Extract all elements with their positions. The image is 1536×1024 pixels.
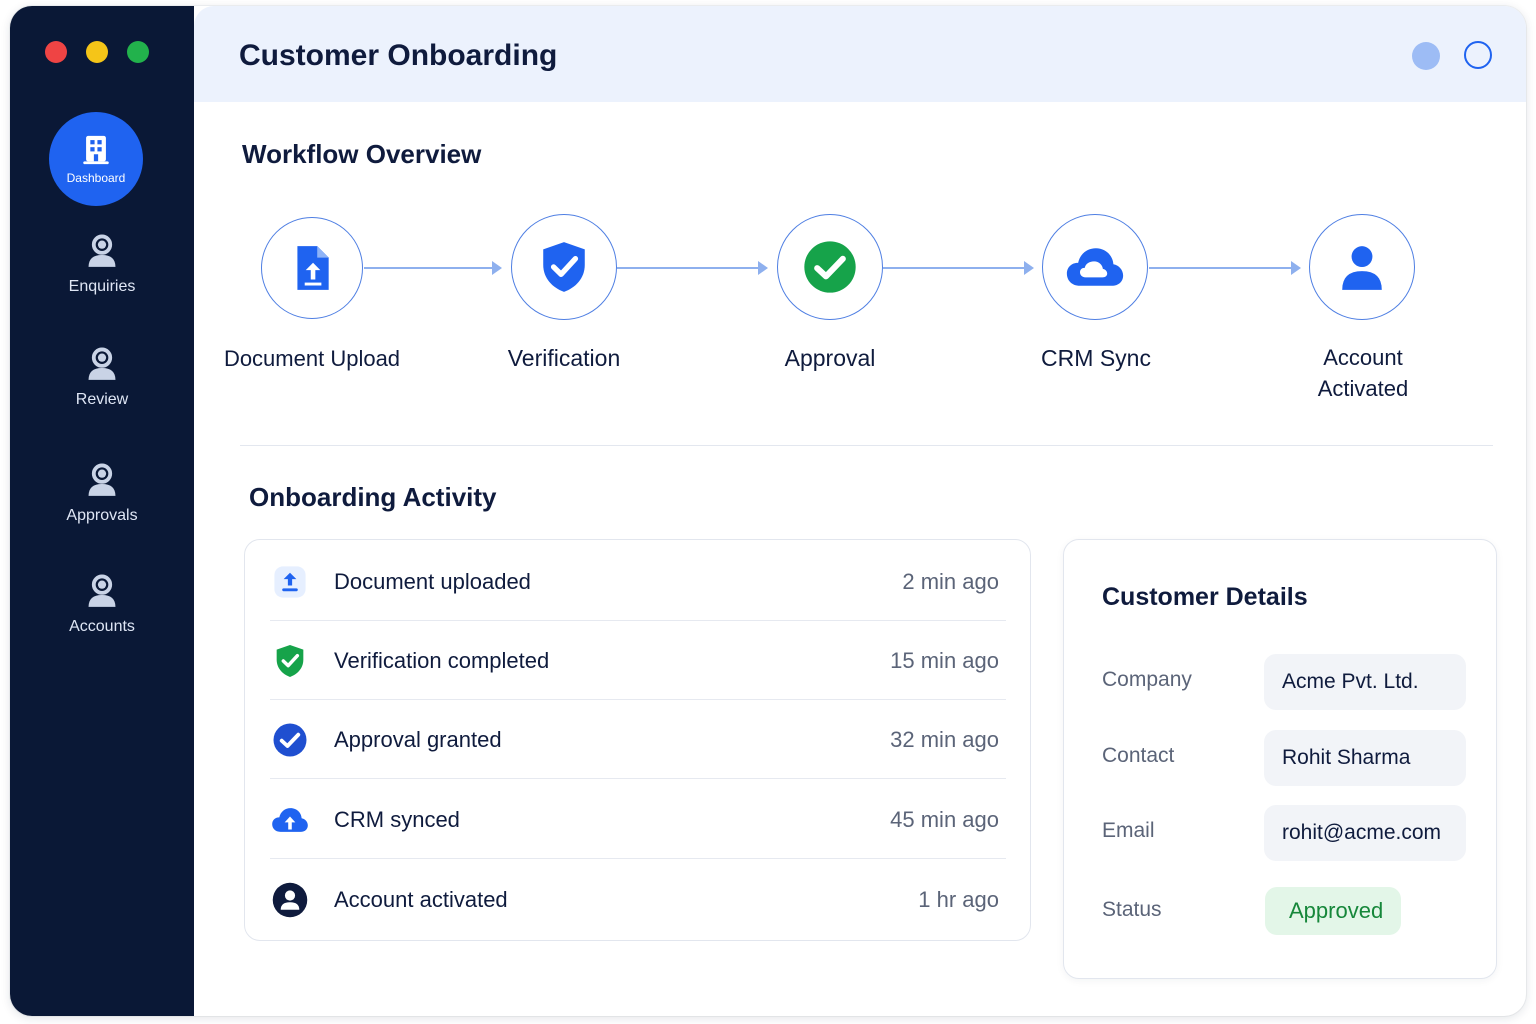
user-icon bbox=[88, 574, 116, 607]
sidebar: Dashboard Enquiries Review Approvals Acc… bbox=[10, 6, 194, 1016]
list-item[interactable]: CRM synced 45 min ago bbox=[270, 780, 1006, 859]
activity-text: Approval granted bbox=[334, 726, 502, 752]
maximize-window-button[interactable] bbox=[127, 41, 149, 63]
field-label-company: Company bbox=[1102, 668, 1192, 691]
header-status-dot[interactable] bbox=[1412, 42, 1440, 70]
sidebar-item-review[interactable]: Review bbox=[10, 345, 194, 409]
sidebar-item-label: Accounts bbox=[69, 618, 135, 635]
list-item[interactable]: Account activated 1 hr ago bbox=[270, 860, 1006, 939]
app-window: Dashboard Enquiries Review Approvals Acc… bbox=[10, 6, 1526, 1016]
close-window-button[interactable] bbox=[45, 41, 67, 63]
workflow-step-crm-sync[interactable] bbox=[1042, 214, 1148, 320]
document-upload-icon bbox=[297, 246, 329, 290]
page-header: Customer Onboarding bbox=[194, 6, 1526, 102]
check-circle-icon bbox=[804, 241, 856, 293]
customer-details-title: Customer Details bbox=[1102, 583, 1308, 611]
activity-text: CRM synced bbox=[334, 806, 460, 832]
workflow-arrow bbox=[617, 261, 768, 275]
sidebar-item-label: Review bbox=[75, 391, 129, 408]
shield-check-icon bbox=[270, 641, 310, 681]
sidebar-item-label: Dashboard bbox=[66, 171, 126, 185]
workflow-step-approval[interactable] bbox=[777, 214, 883, 320]
sidebar-item-approvals[interactable]: Approvals bbox=[10, 461, 194, 525]
list-item[interactable]: Document uploaded 2 min ago bbox=[270, 542, 1006, 621]
workflow-step-label: Document Upload bbox=[223, 346, 401, 371]
workflow-step-label: Verification bbox=[507, 345, 621, 371]
window-controls bbox=[45, 41, 149, 63]
workflow-title: Workflow Overview bbox=[242, 139, 482, 169]
workflow-step-label: Approval bbox=[784, 345, 876, 371]
email-field[interactable]: rohit@acme.com bbox=[1264, 805, 1466, 861]
shield-check-icon bbox=[543, 242, 585, 292]
list-item[interactable]: Approval granted 32 min ago bbox=[270, 700, 1006, 779]
workflow-step-document-upload[interactable] bbox=[261, 217, 363, 319]
workflow-arrow bbox=[364, 261, 502, 275]
contact-field[interactable]: Rohit Sharma bbox=[1264, 730, 1466, 786]
workflow-step-account-activated[interactable] bbox=[1309, 214, 1415, 320]
workflow-step-verification[interactable] bbox=[511, 214, 617, 320]
workflow-step-label: CRM Sync bbox=[1041, 345, 1151, 371]
workflow-arrow bbox=[883, 261, 1034, 275]
user-icon bbox=[1342, 246, 1382, 290]
building-icon bbox=[83, 135, 109, 165]
upload-icon bbox=[270, 562, 310, 602]
activity-time: 45 min ago bbox=[890, 806, 999, 832]
sidebar-item-label: Enquiries bbox=[68, 278, 136, 295]
user-icon bbox=[88, 347, 116, 380]
check-circle-icon bbox=[270, 720, 310, 760]
activity-list: Document uploaded 2 min ago Verification… bbox=[244, 539, 1031, 941]
customer-details-card: Customer Details Company Acme Pvt. Ltd. … bbox=[1063, 539, 1497, 979]
sidebar-item-dashboard[interactable]: Dashboard bbox=[49, 112, 143, 206]
activity-text: Document uploaded bbox=[334, 568, 531, 594]
cloud-upload-icon bbox=[270, 800, 310, 840]
activity-title: Onboarding Activity bbox=[249, 482, 497, 512]
activity-text: Verification completed bbox=[334, 647, 550, 673]
workflow-arrow bbox=[1149, 261, 1301, 275]
list-item[interactable]: Verification completed 15 min ago bbox=[270, 621, 1006, 700]
row-divider bbox=[270, 858, 1006, 859]
activity-time: 15 min ago bbox=[890, 647, 999, 673]
activity-time: 1 hr ago bbox=[918, 886, 999, 912]
company-field[interactable]: Acme Pvt. Ltd. bbox=[1264, 654, 1466, 710]
user-circle-icon bbox=[270, 880, 310, 920]
activity-time: 2 min ago bbox=[902, 568, 999, 594]
section-divider bbox=[240, 445, 1493, 446]
status-badge: Approved bbox=[1265, 887, 1402, 935]
sidebar-item-accounts[interactable]: Accounts bbox=[10, 572, 194, 636]
minimize-window-button[interactable] bbox=[86, 41, 108, 63]
user-icon bbox=[88, 234, 116, 267]
field-label-contact: Contact bbox=[1102, 744, 1175, 767]
workflow-step-label: Account Activated bbox=[1263, 342, 1463, 404]
header-ring-button[interactable] bbox=[1464, 41, 1492, 69]
cloud-icon bbox=[1066, 248, 1124, 286]
activity-time: 32 min ago bbox=[890, 726, 999, 752]
row-divider bbox=[270, 778, 1006, 779]
user-icon bbox=[88, 463, 116, 496]
sidebar-item-label: Approvals bbox=[66, 507, 138, 524]
page-title: Customer Onboarding bbox=[239, 39, 558, 72]
activity-text: Account activated bbox=[334, 886, 508, 912]
workflow-step-label-text: Account Activated bbox=[1317, 345, 1409, 401]
field-label-email: Email bbox=[1102, 819, 1155, 842]
sidebar-item-enquiries[interactable]: Enquiries bbox=[10, 232, 194, 296]
field-label-status: Status bbox=[1102, 898, 1162, 921]
